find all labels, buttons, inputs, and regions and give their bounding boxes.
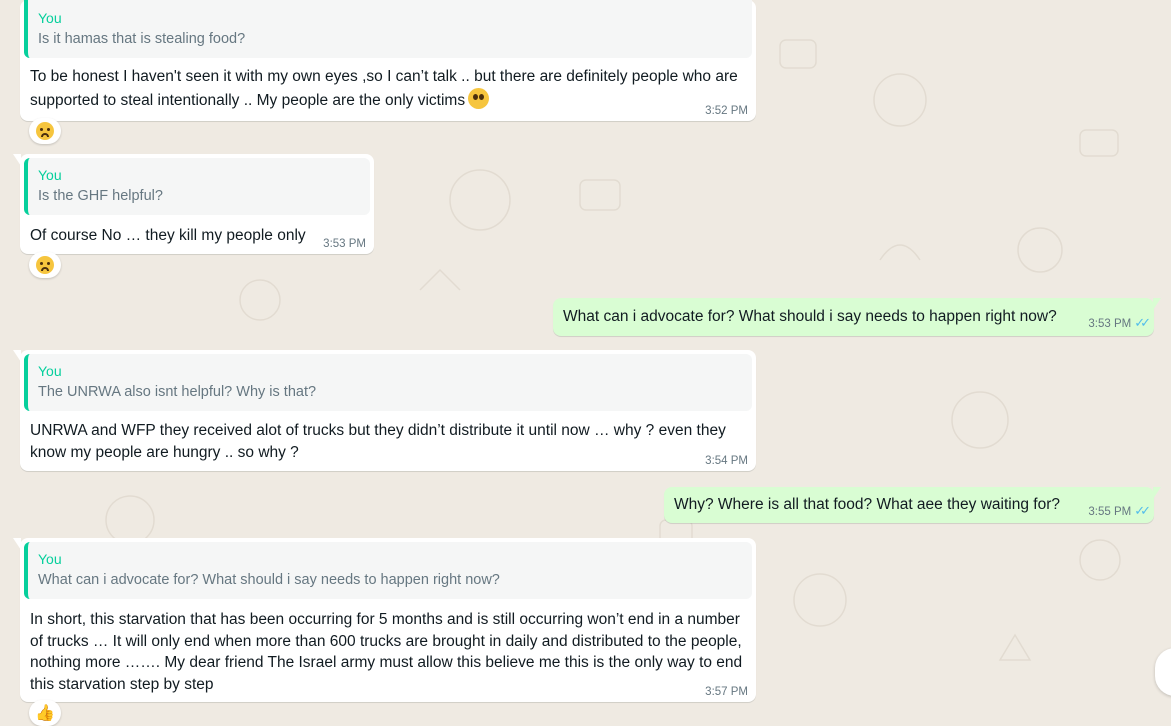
message-time: 3:57 PM (705, 686, 748, 698)
message-time-label: 3:55 PM (1088, 506, 1132, 518)
bubble-tail (1153, 487, 1161, 499)
quote-author: You (38, 363, 62, 379)
message-text: To be honest I haven't seen it with my o… (20, 58, 756, 111)
message-text: Why? Where is all that food? What aee th… (674, 496, 1060, 513)
reaction-badge[interactable] (29, 252, 61, 278)
quoted-reply[interactable]: You The UNRWA also isnt helpful? Why is … (24, 354, 752, 411)
quoted-reply[interactable]: You Is it hamas that is stealing food? (24, 0, 752, 58)
incoming-message[interactable]: You What can i advocate for? What should… (13, 538, 756, 702)
quote-text: Is the GHF helpful? (38, 188, 163, 204)
incoming-message[interactable]: You Is it hamas that is stealing food? T… (20, 0, 756, 121)
outgoing-message[interactable]: Why? Where is all that food? What aee th… (664, 487, 1161, 523)
message-time: 3:52 PM (705, 105, 748, 117)
message-text: UNRWA and WFP they received alot of truc… (30, 422, 726, 461)
message-text: Of course No … they kill my people only (30, 227, 306, 244)
thumbs-up-icon: 👍 (35, 705, 55, 722)
incoming-message[interactable]: You Is the GHF helpful? Of course No … t… (13, 154, 374, 254)
double-check-icon: ✓✓ (1134, 503, 1151, 518)
message-body: To be honest I haven't seen it with my o… (30, 68, 738, 109)
quote-text: Is it hamas that is stealing food? (38, 31, 246, 47)
quote-author: You (38, 551, 62, 567)
incoming-message[interactable]: You The UNRWA also isnt helpful? Why is … (13, 350, 756, 471)
quoted-reply[interactable]: You What can i advocate for? What should… (24, 542, 752, 599)
sad-face-icon (36, 256, 54, 274)
message-text: What can i advocate for? What should i s… (563, 308, 1057, 325)
pleading-face-emoji-icon (468, 87, 490, 109)
bubble-tail (13, 154, 21, 166)
reaction-badge[interactable] (29, 118, 61, 144)
message-time: 3:54 PM (705, 455, 748, 467)
message-text: In short, this starvation that has been … (30, 611, 743, 693)
bubble-tail (13, 350, 21, 362)
quote-text: What can i advocate for? What should i s… (38, 572, 500, 588)
quote-author: You (38, 167, 62, 183)
message-time: 3:55 PM ✓✓ (1088, 503, 1151, 519)
double-check-icon: ✓✓ (1134, 315, 1151, 330)
quote-author: You (38, 10, 62, 26)
sad-face-icon (36, 122, 54, 140)
quoted-reply[interactable]: You Is the GHF helpful? (24, 158, 370, 215)
message-time: 3:53 PM ✓✓ (1088, 315, 1151, 331)
message-time: 3:53 PM (323, 238, 366, 250)
outgoing-message[interactable]: What can i advocate for? What should i s… (553, 298, 1161, 336)
quote-text: The UNRWA also isnt helpful? Why is that… (38, 384, 317, 400)
bubble-tail (1153, 298, 1161, 310)
message-time-label: 3:53 PM (1088, 318, 1132, 330)
reaction-badge[interactable]: 👍 (29, 700, 61, 726)
bubble-tail (13, 538, 21, 550)
